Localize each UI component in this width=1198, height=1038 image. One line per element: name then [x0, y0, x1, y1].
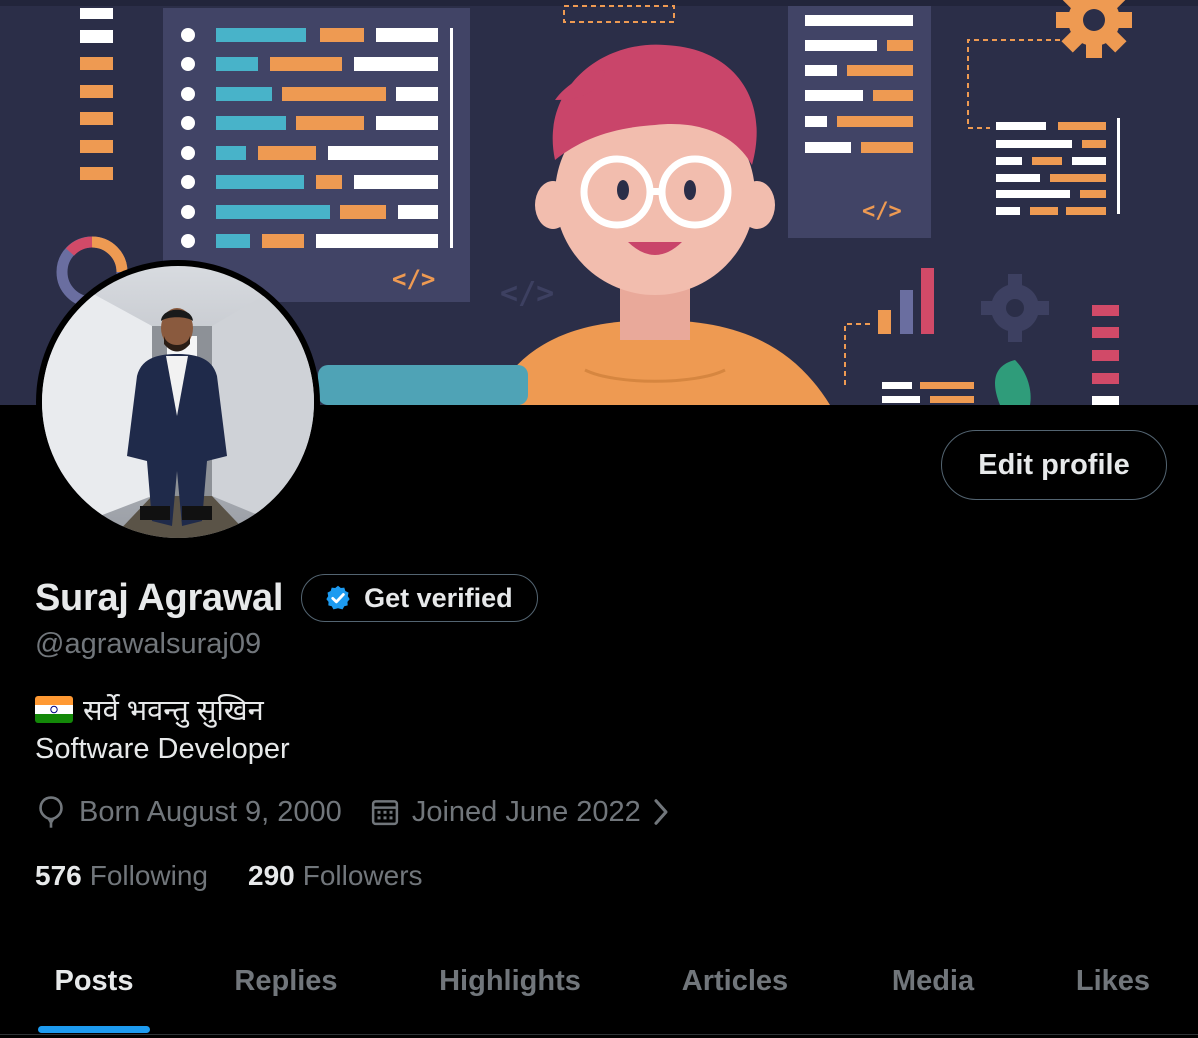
get-verified-label: Get verified	[364, 582, 513, 613]
edit-profile-button[interactable]: Edit profile	[941, 430, 1167, 500]
profile-tabs: Posts Replies Highlights Articles Media …	[0, 948, 1198, 1038]
tab-articles[interactable]: Articles	[662, 948, 808, 1038]
follow-stats: 576 Following 290 Followers	[35, 860, 463, 892]
profile-meta: Born August 9, 2000 Joined June 2022	[35, 795, 683, 829]
balloon-icon	[39, 796, 63, 828]
tab-likes[interactable]: Likes	[1060, 948, 1166, 1038]
joined-item[interactable]: Joined June 2022	[370, 796, 683, 829]
code-tag-text: </>	[392, 265, 435, 293]
birthday-item: Born August 9, 2000	[35, 795, 342, 829]
profile-avatar[interactable]	[36, 260, 320, 544]
avatar-photo	[42, 266, 314, 538]
get-verified-button[interactable]: Get verified	[301, 574, 538, 622]
tab-replies[interactable]: Replies	[216, 948, 356, 1038]
tab-media[interactable]: Media	[872, 948, 994, 1038]
following-link[interactable]: 576 Following	[35, 860, 208, 892]
verified-badge-icon	[326, 585, 350, 610]
profile-display-name: Suraj Agrawal	[35, 576, 284, 619]
joined-text: Joined June 2022	[411, 795, 641, 828]
tab-posts[interactable]: Posts	[38, 948, 150, 1038]
profile-handle: @agrawalsuraj09	[35, 628, 262, 660]
followers-label: Followers	[302, 860, 423, 891]
following-label: Following	[89, 860, 208, 891]
india-flag-icon	[35, 696, 73, 723]
bio-line-1: सर्वे भवन्तु सुखिन	[35, 690, 264, 729]
birthday-text: Born August 9, 2000	[79, 795, 342, 828]
svg-text:</>: </>	[500, 276, 554, 311]
calendar-icon	[371, 800, 398, 826]
bio-sanskrit-text: सर्वे भवन्तु सुखिन	[83, 695, 264, 727]
svg-text:</>: </>	[862, 199, 902, 224]
followers-link[interactable]: 290 Followers	[248, 860, 423, 892]
active-tab-indicator	[38, 1026, 150, 1033]
tabs-divider	[0, 1034, 1198, 1035]
following-count: 576	[35, 860, 82, 891]
followers-count: 290	[248, 860, 295, 891]
chevron-right-icon[interactable]	[651, 797, 671, 827]
bio-line-2: Software Developer	[35, 733, 290, 765]
tab-highlights[interactable]: Highlights	[420, 948, 600, 1038]
profile-name-row: Suraj Agrawal Get verified	[35, 574, 538, 622]
